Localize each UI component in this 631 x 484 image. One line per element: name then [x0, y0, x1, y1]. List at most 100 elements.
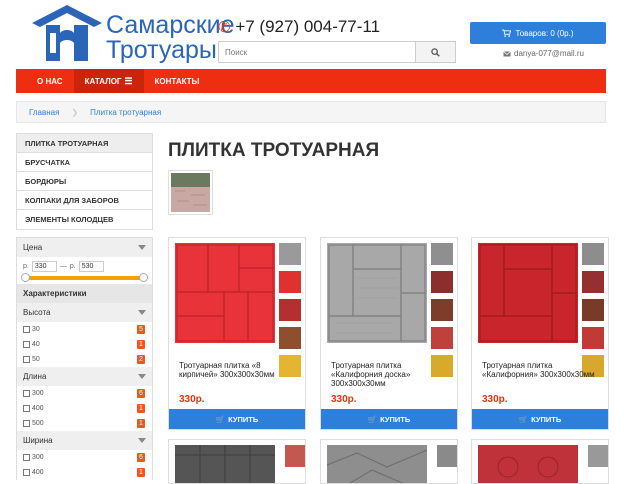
chevron-down-icon — [138, 374, 146, 379]
filter-group-height[interactable]: Высота — [17, 303, 152, 322]
buy-label: КУПИТЬ — [380, 414, 411, 424]
checkbox-icon[interactable] — [23, 356, 30, 363]
product-price: 330р. — [482, 394, 508, 405]
breadcrumb: Главная ❯ Плитка тротуарная — [16, 101, 606, 123]
product-card[interactable]: Тротуарная плитка «Калифорния доска» 300… — [320, 237, 458, 430]
filter-option-count: 1 — [137, 404, 145, 413]
checkbox-icon[interactable] — [23, 469, 30, 476]
filter-option[interactable]: 300 6 — [17, 386, 152, 401]
color-swatch[interactable] — [285, 445, 305, 467]
checkbox-icon[interactable] — [23, 341, 30, 348]
cart-icon: 🛒 — [518, 414, 529, 424]
buy-button[interactable]: 🛒 КУПИТЬ — [321, 409, 457, 429]
filter-option[interactable]: 50 2 — [17, 352, 152, 367]
price-from-input[interactable] — [31, 261, 57, 272]
buy-button[interactable]: 🛒 КУПИТЬ — [169, 409, 305, 429]
color-swatch[interactable] — [431, 271, 453, 293]
filter-option-count: 2 — [137, 355, 145, 364]
cart-icon: 🛒 — [367, 414, 378, 424]
filter-group-width[interactable]: Ширина — [17, 431, 152, 450]
color-swatch[interactable] — [279, 327, 301, 349]
color-swatch[interactable] — [582, 299, 604, 321]
price-slider-min-handle[interactable] — [21, 273, 30, 282]
price-slider[interactable] — [21, 273, 148, 282]
product-image[interactable] — [478, 445, 578, 484]
checkbox-icon[interactable] — [23, 420, 30, 427]
price-to-input[interactable] — [78, 261, 104, 272]
subcategory-thumbnail[interactable] — [168, 170, 213, 215]
nav-item-contacts[interactable]: КОНТАКТЫ — [144, 69, 211, 93]
filter-option[interactable]: 40 1 — [17, 337, 152, 352]
nav-item-catalog[interactable]: КАТАЛОГ ☰ — [73, 69, 144, 93]
color-swatch[interactable] — [582, 243, 604, 265]
breadcrumb-home[interactable]: Главная — [17, 108, 71, 117]
buy-button[interactable]: 🛒 КУПИТЬ — [472, 409, 608, 429]
filter-option-label: 30 — [32, 326, 40, 333]
color-swatch[interactable] — [431, 327, 453, 349]
filter-panel: Цена р. — р. Характеристики Высота 30 5 4… — [16, 237, 153, 480]
product-card[interactable] — [168, 439, 306, 484]
color-swatch[interactable] — [279, 243, 301, 265]
checkbox-icon[interactable] — [23, 390, 30, 397]
characteristics-label: Характеристики — [23, 289, 87, 298]
product-card[interactable]: Тротуарная плитка «8 кирпичей» 300х300х3… — [168, 237, 306, 430]
filter-option[interactable]: 400 1 — [17, 465, 152, 480]
category-item[interactable]: ЭЛЕМЕНТЫ КОЛОДЦЕВ — [17, 210, 152, 229]
color-swatch[interactable] — [588, 445, 608, 467]
category-item[interactable]: КОЛПАКИ ДЛЯ ЗАБОРОВ — [17, 191, 152, 210]
color-swatch[interactable] — [431, 299, 453, 321]
color-swatch[interactable] — [582, 271, 604, 293]
filter-option[interactable]: 300 6 — [17, 450, 152, 465]
color-swatch[interactable] — [582, 327, 604, 349]
price-slider-max-handle[interactable] — [139, 273, 148, 282]
nav-label: КОНТАКТЫ — [154, 76, 200, 86]
product-card[interactable] — [471, 439, 609, 484]
filter-group-label: Высота — [23, 308, 51, 317]
product-card[interactable]: Тротуарная плитка «Калифорния» 300х300х3… — [471, 237, 609, 430]
category-item[interactable]: БРУСЧАТКА — [17, 153, 152, 172]
category-menu: ПЛИТКА ТРОТУАРНАЯ БРУСЧАТКА БОРДЮРЫ КОЛП… — [16, 133, 153, 230]
filter-option[interactable]: 500 1 — [17, 416, 152, 431]
search-input[interactable] — [219, 42, 415, 63]
product-price: 330р. — [179, 394, 205, 405]
product-name[interactable]: Тротуарная плитка «Калифорния доска» 300… — [331, 361, 451, 388]
product-image[interactable] — [478, 243, 578, 343]
product-image[interactable] — [327, 243, 427, 343]
category-item[interactable]: БОРДЮРЫ — [17, 172, 152, 191]
color-swatch[interactable] — [279, 299, 301, 321]
breadcrumb-current[interactable]: Плитка тротуарная — [78, 108, 173, 117]
nav-label: О НАС — [37, 76, 63, 86]
filter-option-label: 50 — [32, 356, 40, 363]
category-item[interactable]: ПЛИТКА ТРОТУАРНАЯ — [17, 134, 152, 153]
filter-option[interactable]: 30 5 — [17, 322, 152, 337]
checkbox-icon[interactable] — [23, 454, 30, 461]
filter-group-length[interactable]: Длина — [17, 367, 152, 386]
checkbox-icon[interactable] — [23, 405, 30, 412]
filter-option[interactable]: 400 1 — [17, 401, 152, 416]
filter-option-label: 400 — [32, 405, 44, 412]
product-name[interactable]: Тротуарная плитка «8 кирпичей» 300х300х3… — [179, 361, 299, 379]
cart-button[interactable]: Товаров: 0 (0р.) — [470, 22, 606, 44]
search-button[interactable] — [415, 42, 455, 62]
nav-item-about[interactable]: О НАС — [26, 69, 74, 93]
menu-icon: ☰ — [124, 75, 133, 86]
color-swatch[interactable] — [279, 271, 301, 293]
filter-option-label: 300 — [32, 454, 44, 461]
site-logo[interactable]: Самарские Тротуары — [30, 3, 235, 65]
color-swatch[interactable] — [437, 445, 457, 467]
product-price: 330р. — [331, 394, 357, 405]
product-card[interactable] — [320, 439, 458, 484]
checkbox-icon[interactable] — [23, 326, 30, 333]
phone-icon: ✆ — [218, 19, 231, 36]
color-swatch[interactable] — [431, 243, 453, 265]
product-image[interactable] — [175, 445, 275, 484]
chevron-down-icon — [138, 438, 146, 443]
phone-text: +7 (927) 004-77-11 — [235, 17, 381, 36]
product-name[interactable]: Тротуарная плитка «Калифорния» 300х300х3… — [482, 361, 602, 379]
email-link[interactable]: danya-077@mail.ru — [503, 49, 584, 58]
filter-price-label: Цена — [23, 243, 43, 252]
product-image[interactable] — [175, 243, 275, 343]
phone-number[interactable]: ✆ +7 (927) 004-77-11 — [218, 17, 380, 37]
filter-price-header[interactable]: Цена — [17, 238, 152, 257]
product-image[interactable] — [327, 445, 427, 484]
